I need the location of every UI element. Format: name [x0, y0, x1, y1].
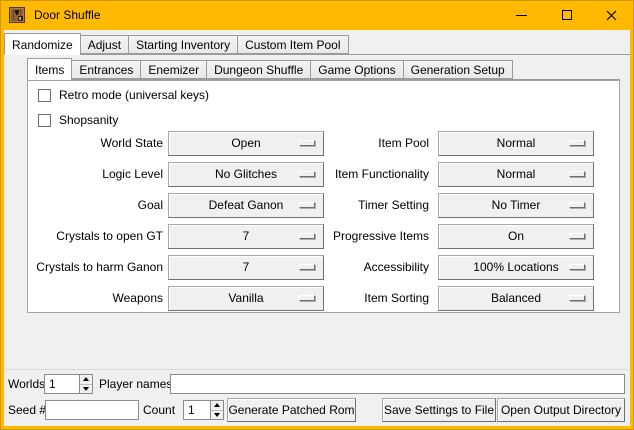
timer-setting-value: No Timer [492, 198, 541, 212]
tab-adjust[interactable]: Adjust [80, 35, 129, 54]
spin-down-button[interactable] [211, 411, 223, 420]
crystals-ganon-label: Crystals to harm Ganon [28, 255, 163, 280]
tab-randomize[interactable]: Randomize [4, 33, 81, 55]
arrow-up-icon [214, 403, 220, 407]
tab-generation-setup[interactable]: Generation Setup [403, 60, 513, 79]
seed-input[interactable] [45, 400, 139, 420]
item-pool-dropdown[interactable]: Normal [438, 131, 594, 156]
dropdown-indicator-icon [569, 140, 585, 146]
progressive-items-value: On [508, 229, 524, 243]
spin-down-button[interactable] [80, 385, 92, 394]
player-names-input[interactable] [170, 374, 625, 394]
pane-divider [4, 369, 630, 370]
dropdown-indicator-icon [569, 233, 585, 239]
save-settings-button[interactable]: Save Settings to File [382, 398, 496, 422]
progressive-items-dropdown[interactable]: On [438, 224, 594, 249]
count-spin-arrows [210, 401, 223, 419]
weapons-value: Vanilla [228, 291, 263, 305]
item-sorting-value: Balanced [491, 291, 541, 305]
retro-mode-checkbox[interactable] [38, 89, 51, 102]
generate-patched-rom-button[interactable]: Generate Patched Rom [227, 398, 356, 422]
arrow-down-icon [214, 413, 220, 417]
dropdown-indicator-icon [569, 171, 585, 177]
worlds-label: Worlds [8, 374, 45, 394]
window-title: Door Shuffle [34, 8, 101, 22]
item-sorting-label: Item Sorting [268, 286, 429, 311]
worlds-value: 1 [49, 375, 56, 393]
dropdown-indicator-icon [569, 202, 585, 208]
dropdown-indicator-icon [569, 264, 585, 270]
app-icon [9, 7, 25, 23]
spin-up-button[interactable] [211, 401, 223, 411]
progressive-items-label: Progressive Items [268, 224, 429, 249]
items-pane: Retro mode (universal keys) Shopsanity W… [27, 80, 620, 313]
item-pool-value: Normal [497, 136, 536, 150]
titlebar: Door Shuffle [0, 0, 634, 30]
goal-label: Goal [28, 193, 163, 218]
retro-mode-option[interactable]: Retro mode (universal keys) [38, 88, 209, 102]
seed-label: Seed # [8, 400, 46, 420]
tab-dungeon-shuffle[interactable]: Dungeon Shuffle [206, 60, 311, 79]
maximize-button[interactable] [544, 0, 589, 30]
count-label: Count [143, 400, 175, 420]
arrow-up-icon [83, 377, 89, 381]
tab-items[interactable]: Items [27, 58, 72, 80]
close-icon [606, 10, 617, 21]
maximize-icon [562, 10, 572, 20]
item-functionality-label: Item Functionality [268, 162, 429, 187]
spin-up-button[interactable] [80, 375, 92, 385]
crystals-gt-label: Crystals to open GT [28, 224, 163, 249]
shopsanity-option[interactable]: Shopsanity [38, 113, 118, 127]
open-output-directory-button[interactable]: Open Output Directory [497, 398, 625, 422]
count-spinbox[interactable]: 1 [183, 400, 224, 420]
item-functionality-value: Normal [497, 167, 536, 181]
timer-setting-label: Timer Setting [268, 193, 429, 218]
main-tab-bar: Randomize Adjust Starting Inventory Cust… [4, 32, 630, 55]
item-functionality-dropdown[interactable]: Normal [438, 162, 594, 187]
accessibility-dropdown[interactable]: 100% Locations [438, 255, 594, 280]
tab-entrances[interactable]: Entrances [71, 60, 141, 79]
item-sorting-dropdown[interactable]: Balanced [438, 286, 594, 311]
tab-starting-inventory[interactable]: Starting Inventory [128, 35, 238, 54]
worlds-spinbox[interactable]: 1 [44, 374, 93, 394]
tab-enemizer[interactable]: Enemizer [140, 60, 207, 79]
retro-mode-label: Retro mode (universal keys) [59, 88, 209, 102]
arrow-down-icon [83, 387, 89, 391]
tab-custom-item-pool[interactable]: Custom Item Pool [237, 35, 348, 54]
player-names-label: Player names [99, 374, 172, 394]
window-controls [499, 0, 634, 30]
worlds-spin-arrows [79, 375, 92, 393]
world-state-value: Open [231, 136, 260, 150]
window: Door Shuffle Randomize Adjust Starting I… [0, 0, 634, 430]
dropdown-indicator-icon [569, 295, 585, 301]
count-value: 1 [188, 401, 195, 419]
logic-level-label: Logic Level [28, 162, 163, 187]
shopsanity-checkbox[interactable] [38, 114, 51, 127]
sub-tab-bar: Items Entrances Enemizer Dungeon Shuffle… [27, 57, 620, 80]
crystals-ganon-value: 7 [243, 260, 250, 274]
item-pool-label: Item Pool [268, 131, 429, 156]
tab-game-options[interactable]: Game Options [310, 60, 403, 79]
timer-setting-dropdown[interactable]: No Timer [438, 193, 594, 218]
weapons-label: Weapons [28, 286, 163, 311]
accessibility-value: 100% Locations [473, 260, 558, 274]
minimize-icon [516, 15, 527, 16]
minimize-button[interactable] [499, 0, 544, 30]
world-state-label: World State [28, 131, 163, 156]
close-button[interactable] [589, 0, 634, 30]
crystals-gt-value: 7 [243, 229, 250, 243]
client-area: Randomize Adjust Starting Inventory Cust… [4, 30, 630, 426]
shopsanity-label: Shopsanity [59, 113, 118, 127]
accessibility-label: Accessibility [268, 255, 429, 280]
